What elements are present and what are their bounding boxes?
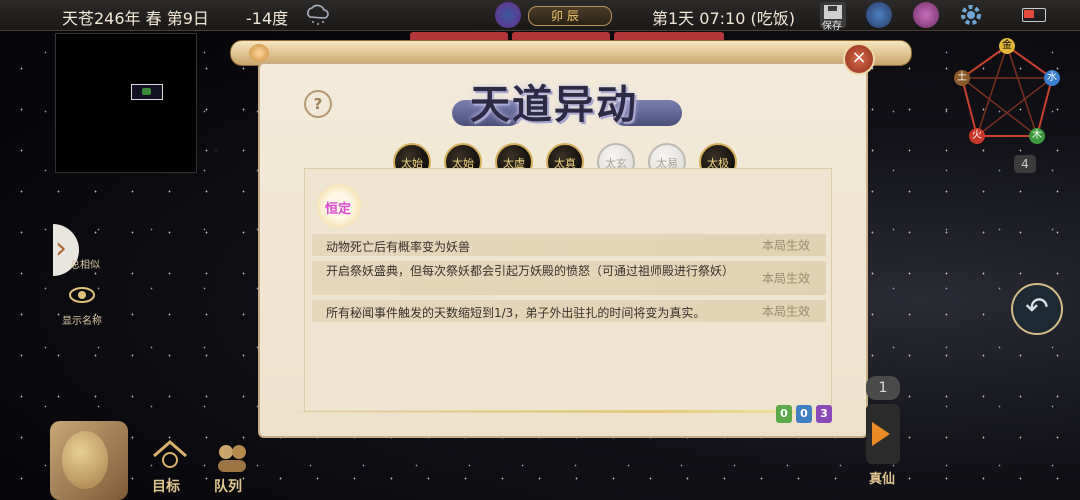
effect-text: 所有秘闻事件触发的天数缩短到1/3，弟子外出驻扎的时间将变为真实。 (326, 306, 706, 320)
toggle-label[interactable]: 总相似 (70, 256, 100, 271)
team-icon[interactable] (212, 440, 252, 476)
eye-icon[interactable] (68, 284, 96, 306)
goal-label[interactable]: 目标 (152, 476, 180, 496)
gear-icon[interactable] (958, 2, 984, 28)
element-fire: 火 (969, 128, 985, 144)
temperature: -14度 (246, 9, 289, 28)
element-metal: 金 (999, 38, 1015, 54)
effect-text: 开启祭妖盛典，但每次祭妖都会引起万妖殿的愤怒（可通过祖师殿进行祭妖） (326, 264, 735, 278)
effect-row: 所有秘闻事件触发的天数缩短到1/3，弟子外出驻扎的时间将变为真实。 本局生效 (312, 300, 826, 322)
counter-blue: 0 (796, 405, 812, 423)
effect-scope: 本局生效 (761, 271, 810, 286)
play-arrow-icon (872, 422, 890, 446)
top-status-bar: 天苍246年 春 第9日 -14度 卯 辰 第1天 07:10 (吃饭) 保存 (0, 0, 1080, 32)
map-scroll-icon[interactable] (866, 2, 892, 28)
effect-text: 动物死亡后有概率变为妖兽 (326, 240, 471, 254)
element-water: 水 (1044, 70, 1060, 86)
help-button[interactable]: ? (304, 90, 332, 118)
battery-icon (1022, 8, 1046, 22)
day-time: 第1天 07:10 (吃饭) (652, 9, 795, 28)
palette-icon[interactable] (913, 2, 939, 28)
game-date: 天苍246年 春 第9日 (62, 9, 209, 28)
section-badge-label: 恒定 (325, 202, 352, 217)
effect-scope: 本局生效 (761, 304, 810, 319)
close-button[interactable]: × (843, 43, 875, 75)
wuxing-diagram[interactable]: 金 水 木 火 土 (948, 36, 1066, 154)
snow-cloud-icon (304, 2, 330, 28)
counter-green: 0 (776, 405, 792, 423)
show-names-label[interactable]: 显示名称 (62, 312, 102, 327)
gourd-button[interactable] (50, 421, 128, 500)
target-icon[interactable] (150, 438, 190, 474)
immortal-label[interactable]: 真仙 (869, 468, 895, 487)
play-arrow-button[interactable] (866, 404, 900, 464)
wuxing-count: 4 (1014, 155, 1036, 173)
effect-row: 开启祭妖盛典，但每次祭妖都会引起万妖殿的愤怒（可通过祖师殿进行祭妖） 本局生效 (312, 261, 826, 295)
dialog-title: 天道异动 (470, 81, 638, 128)
shichen-text: 卯 辰 (551, 9, 579, 23)
element-wood: 木 (1029, 128, 1045, 144)
element-earth: 土 (954, 70, 970, 86)
minimap-viewport (131, 84, 163, 100)
taiji-icon[interactable] (495, 2, 521, 28)
minimap[interactable] (55, 33, 197, 173)
undo-button[interactable]: ↶ (1011, 283, 1063, 335)
save-label: 保存 (822, 21, 842, 32)
dialog-bottom-rail (265, 410, 825, 413)
team-label[interactable]: 队列 (214, 476, 242, 496)
effect-row: 动物死亡后有概率变为妖兽 本局生效 (312, 234, 826, 256)
section-badge: 恒定 (317, 184, 361, 228)
unit-count: 1 (866, 376, 900, 400)
shichen-badge: 卯 辰 (528, 6, 612, 26)
counter-purple: 3 (816, 405, 832, 423)
effect-scope: 本局生效 (761, 238, 810, 253)
